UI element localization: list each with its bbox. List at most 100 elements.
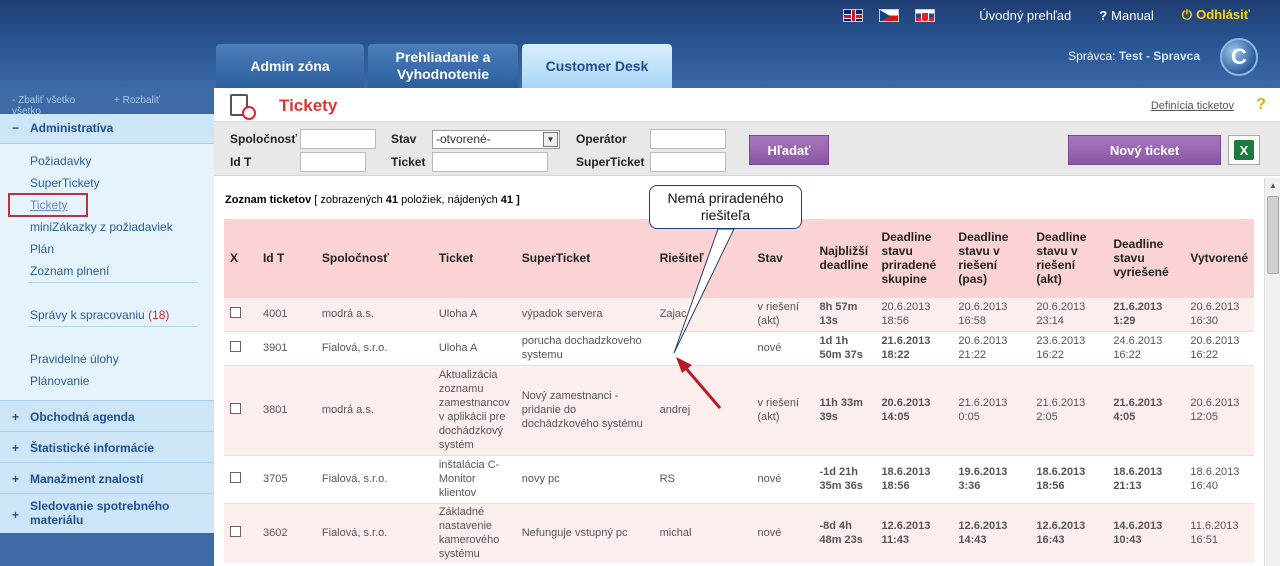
row-checkbox[interactable] xyxy=(230,306,241,318)
sidebar-item-planovanie[interactable]: Plánovanie xyxy=(30,370,214,392)
sidebar-section-manazment[interactable]: + Manažment znalostí xyxy=(0,462,214,493)
row-checkbox[interactable] xyxy=(230,525,241,537)
col-deadline-solved[interactable]: Deadline stavu vyriešené xyxy=(1107,219,1185,297)
sidebar-item-minizakazky[interactable]: miniZákazky z požiadaviek xyxy=(30,216,214,238)
sidebar-item-tickety[interactable]: Tickety xyxy=(8,193,88,217)
sidebar-section-label: Obchodná agenda xyxy=(30,410,135,424)
cell-resolver: RS xyxy=(653,454,752,503)
search-button[interactable]: Hľadať xyxy=(749,135,829,165)
sidebar-item-spravy[interactable]: Správy k spracovaniu (18) xyxy=(30,304,214,326)
cell-status: nové xyxy=(751,330,814,365)
cell-id: 4001 xyxy=(256,296,316,331)
list-summary-items-text: položiek, nájdených xyxy=(401,194,498,206)
cell-nearest-deadline: -8d 4h 48m 23s xyxy=(813,502,876,563)
cell-nearest-deadline: 8h 57m 13s xyxy=(813,296,876,331)
cell-ticket[interactable]: inštalácia C-Monitor klientov xyxy=(432,454,516,503)
logout-link[interactable]: ⏻ Odhlásiť xyxy=(1182,7,1250,23)
col-company[interactable]: Spoločnosť xyxy=(315,219,433,297)
status-select[interactable]: -otvorené- ▼ xyxy=(432,130,560,149)
english-flag-icon[interactable] xyxy=(843,8,864,22)
cell-deadline-akt: 21.6.2013 2:05 xyxy=(1030,364,1108,455)
cell-deadline-pas: 21.6.2013 0:05 xyxy=(952,364,1031,455)
tab-admin-zone[interactable]: Admin zóna xyxy=(216,44,364,88)
row-checkbox-cell xyxy=(224,330,257,365)
cell-deadline-akt: 20.6.2013 23:14 xyxy=(1030,296,1108,331)
sidebar-section-administrativa[interactable]: − Administratíva xyxy=(0,114,214,144)
row-checkbox[interactable] xyxy=(230,471,241,483)
cell-deadline-group: 12.6.2013 11:43 xyxy=(875,502,953,563)
slovak-flag-icon[interactable] xyxy=(915,8,936,22)
col-status[interactable]: Stav xyxy=(751,219,814,297)
manual-link[interactable]: ? Manual xyxy=(1099,8,1154,23)
chevron-down-icon: ▼ xyxy=(543,132,558,147)
overview-link[interactable]: Úvodný prehľad xyxy=(979,8,1071,23)
sidebar-item-pravidelne-ulohy[interactable]: Pravidelné úlohy xyxy=(30,348,214,370)
plus-icon: + xyxy=(12,410,20,424)
id-input[interactable] xyxy=(300,152,366,172)
cell-deadline-pas: 12.6.2013 14:43 xyxy=(952,502,1031,563)
question-icon: ? xyxy=(1099,7,1108,23)
ticket-clock-icon xyxy=(230,94,256,120)
cell-superticket: porucha dochadzkoveho systemu xyxy=(515,330,654,365)
shown-count: 41 xyxy=(385,194,399,206)
row-checkbox[interactable] xyxy=(230,402,241,414)
sidebar-item-poziadavky[interactable]: Požiadavky xyxy=(30,150,214,172)
sidebar-section-label: Štatistické informácie xyxy=(30,441,155,455)
cell-superticket: Nový zamestnanci - pridanie do dochádzko… xyxy=(515,364,654,455)
tab-review-evaluation[interactable]: Prehliadanie a Vyhodnotenie xyxy=(368,44,518,88)
cell-deadline-group: 21.6.2013 18:22 xyxy=(875,330,953,365)
col-nearest-deadline[interactable]: Najbližší deadline xyxy=(813,219,876,297)
cell-ticket[interactable]: Základné nastavenie kamerového systému xyxy=(432,502,516,563)
new-ticket-button[interactable]: Nový ticket xyxy=(1068,135,1221,165)
sidebar-section-statisticke[interactable]: + Štatistické informácie xyxy=(0,431,214,462)
table-row[interactable]: 3602 Fialová, s.r.o. Základné nastavenie… xyxy=(224,502,1254,563)
sidebar-item-plan[interactable]: Plán xyxy=(30,238,214,260)
col-deadline-pas[interactable]: Deadline stavu v riešení (pas) xyxy=(952,219,1031,297)
row-checkbox[interactable] xyxy=(230,340,241,352)
cell-deadline-pas: 20.6.2013 21:22 xyxy=(952,330,1031,365)
filter-panel: Spoločnosť Stav -otvorené- ▼ Operátor Id… xyxy=(214,122,1280,176)
cell-ticket[interactable]: Uloha A xyxy=(432,330,516,365)
czech-flag-icon[interactable] xyxy=(879,8,900,22)
col-deadline-akt[interactable]: Deadline stavu v riešení (akt) xyxy=(1030,219,1108,297)
found-count: 41 xyxy=(500,194,514,206)
ticket-input[interactable] xyxy=(432,152,548,172)
cell-ticket[interactable]: Aktualizácia zoznamu zamestnancov v apli… xyxy=(432,364,516,455)
cell-ticket[interactable]: Uloha A xyxy=(432,296,516,331)
collapse-all-label: Zbaliť všetko xyxy=(18,95,76,106)
excel-export-button[interactable]: X xyxy=(1228,135,1260,165)
superticket-input[interactable] xyxy=(650,152,726,172)
sidebar-item-zoznam-plneni[interactable]: Zoznam plnení xyxy=(30,260,214,282)
table-row[interactable]: 3705 Fialová, s.r.o. inštalácia C-Monito… xyxy=(224,454,1254,503)
help-icon[interactable]: ? xyxy=(1256,96,1266,114)
collapse-all-link[interactable]: - Zbaliť všetko xyxy=(12,95,93,106)
cell-id: 3801 xyxy=(256,364,316,455)
sidebar-divider xyxy=(28,326,198,348)
app-logo: C xyxy=(1220,38,1258,76)
col-id[interactable]: Id T xyxy=(256,219,316,297)
company-label: Spoločnosť xyxy=(230,132,298,146)
sidebar-section-sledovanie[interactable]: + Sledovanie spotrebného materiálu xyxy=(0,493,214,533)
col-created[interactable]: Vytvorené xyxy=(1184,219,1254,297)
scroll-up-icon[interactable]: ▲ xyxy=(1265,178,1280,194)
operator-input[interactable] xyxy=(650,129,726,149)
ticket-definition-link[interactable]: Definícia ticketov xyxy=(1151,100,1234,112)
company-input[interactable] xyxy=(300,129,376,149)
col-ticket[interactable]: Ticket xyxy=(432,219,516,297)
cell-resolver: michal xyxy=(653,502,752,563)
tab-customer-desk[interactable]: Customer Desk xyxy=(522,44,672,88)
col-superticket[interactable]: SuperTicket xyxy=(515,219,654,297)
plus-icon: + xyxy=(12,472,20,486)
cell-superticket: Nefunguje vstupný pc xyxy=(515,502,654,563)
vertical-scrollbar[interactable]: ▲ xyxy=(1264,178,1280,566)
scrollbar-thumb[interactable] xyxy=(1267,196,1279,274)
manual-label: Manual xyxy=(1111,7,1154,23)
row-checkbox-cell xyxy=(224,364,257,455)
row-checkbox-cell xyxy=(224,454,257,503)
col-select[interactable]: X xyxy=(224,219,257,297)
sidebar-section-obchodna-agenda[interactable]: + Obchodná agenda xyxy=(0,400,214,431)
cell-nearest-deadline: 1d 1h 50m 37s xyxy=(813,330,876,365)
sidebar-item-supertickety[interactable]: SuperTickety xyxy=(30,172,214,194)
col-deadline-group[interactable]: Deadline stavu priradené skupine xyxy=(875,219,953,297)
cell-deadline-akt: 23.6.2013 16:22 xyxy=(1030,330,1108,365)
